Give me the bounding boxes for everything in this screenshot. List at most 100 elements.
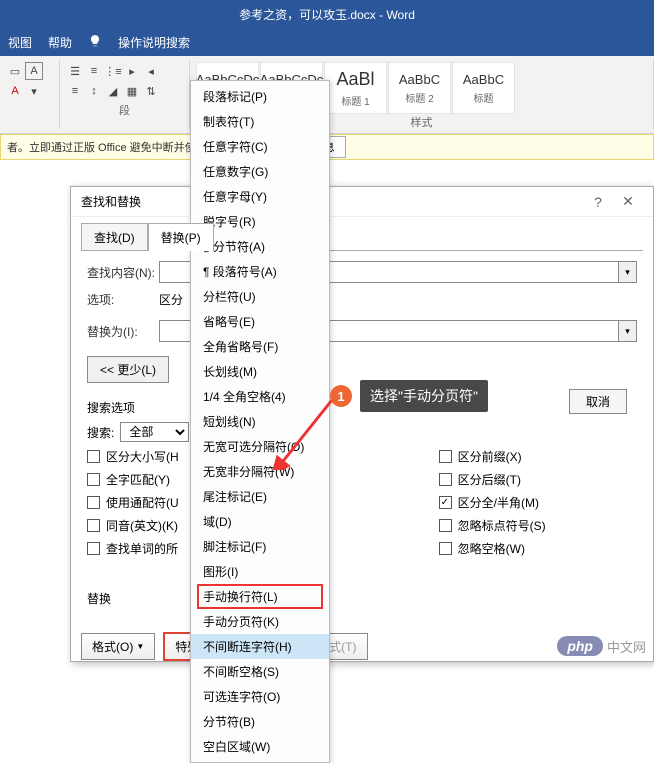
checkbox-icon[interactable] <box>439 473 452 486</box>
menu-item-9[interactable]: 省略号(E) <box>191 309 329 334</box>
menu-item-13[interactable]: 短划线(N) <box>191 409 329 434</box>
numbering-icon[interactable]: ≡ <box>85 62 103 80</box>
option-label: 查找单词的所 <box>106 540 178 557</box>
textbox-icon[interactable]: A <box>25 62 43 80</box>
menu-item-15[interactable]: 无宽非分隔符(W) <box>191 459 329 484</box>
multilevel-icon[interactable]: ⋮≡ <box>104 62 122 80</box>
annotation-text: 选择"手动分页符" <box>360 380 488 412</box>
ruler-icon[interactable]: ▭ <box>6 62 24 80</box>
checkbox-icon[interactable] <box>439 519 452 532</box>
find-label: 查找内容(N): <box>87 264 159 281</box>
align-icon[interactable]: ≡ <box>66 82 84 100</box>
option-row[interactable]: 区分大小写(H <box>87 448 179 465</box>
menu-item-20[interactable]: 手动换行符(L) <box>191 584 329 609</box>
option-row[interactable]: 区分后缀(T) <box>439 471 546 488</box>
replace-dropdown-icon[interactable]: ▾ <box>619 320 637 342</box>
checkbox-icon[interactable] <box>87 473 100 486</box>
options-value: 区分 <box>159 291 183 308</box>
menu-item-26[interactable]: 空白区域(W) <box>191 734 329 759</box>
option-label: 全字匹配(Y) <box>106 471 170 488</box>
checkbox-icon[interactable] <box>87 519 100 532</box>
more-icon[interactable]: ▾ <box>25 82 43 100</box>
sort-icon[interactable]: ⇅ <box>142 82 160 100</box>
less-button[interactable]: << 更少(L) <box>87 356 169 383</box>
menu-item-10[interactable]: 全角省略号(F) <box>191 334 329 359</box>
option-label: 忽略空格(W) <box>458 540 525 557</box>
menu-item-23[interactable]: 不间断空格(S) <box>191 659 329 684</box>
style-h2[interactable]: AaBbC标题 2 <box>388 62 451 114</box>
warning-text: 者。立即通过正版 Office 避免中断并使 <box>7 139 196 155</box>
menu-item-3[interactable]: 任意数字(G) <box>191 159 329 184</box>
checkbox-icon[interactable] <box>87 496 100 509</box>
menu-item-17[interactable]: 域(D) <box>191 509 329 534</box>
search-direction-select[interactable]: 全部 <box>120 422 189 442</box>
menu-item-16[interactable]: 尾注标记(E) <box>191 484 329 509</box>
spacing-icon[interactable]: ↕ <box>85 82 103 100</box>
tell-me[interactable]: 操作说明搜索 <box>118 34 190 51</box>
menu-view[interactable]: 视图 <box>8 34 32 51</box>
option-label: 使用通配符(U <box>106 494 179 511</box>
find-dropdown-icon[interactable]: ▾ <box>619 261 637 283</box>
format-button[interactable]: 格式(O)▼ <box>81 633 155 660</box>
option-label: 区分大小写(H <box>106 448 179 465</box>
checkbox-icon[interactable] <box>87 542 100 555</box>
tab-find[interactable]: 查找(D) <box>81 223 148 251</box>
option-row[interactable]: 区分全/半角(M) <box>439 494 546 511</box>
menu-help[interactable]: 帮助 <box>48 34 72 51</box>
annotation: 1 选择"手动分页符" <box>330 380 488 412</box>
replace-section-title: 替换 <box>87 590 637 607</box>
annotation-number: 1 <box>330 385 352 407</box>
option-row[interactable]: 忽略空格(W) <box>439 540 546 557</box>
tab-replace[interactable]: 替换(P) <box>148 223 214 251</box>
checkbox-icon[interactable] <box>439 542 452 555</box>
dialog-help-button[interactable]: ? <box>583 194 613 210</box>
special-format-menu[interactable]: 段落标记(P)制表符(T)任意字符(C)任意数字(G)任意字母(Y)脱字号(R)… <box>190 80 330 763</box>
style-h1[interactable]: AaBl标题 1 <box>324 62 387 114</box>
menu-item-0[interactable]: 段落标记(P) <box>191 84 329 109</box>
option-label: 区分前缀(X) <box>458 448 522 465</box>
para-group-label: 段 <box>66 102 183 118</box>
menu-item-11[interactable]: 长划线(M) <box>191 359 329 384</box>
replace-label: 替换为(I): <box>87 323 159 340</box>
checkbox-icon[interactable] <box>439 450 452 463</box>
menu-item-21[interactable]: 手动分页符(K) <box>191 609 329 634</box>
menu-item-14[interactable]: 无宽可选分隔符(O) <box>191 434 329 459</box>
option-label: 区分全/半角(M) <box>458 494 539 511</box>
checkbox-icon[interactable] <box>87 450 100 463</box>
search-direction-label: 搜索: <box>87 424 114 441</box>
checkbox-icon[interactable] <box>439 496 452 509</box>
menu-item-8[interactable]: 分栏符(U) <box>191 284 329 309</box>
cancel-button[interactable]: 取消 <box>569 389 627 414</box>
option-row[interactable]: 忽略标点符号(S) <box>439 517 546 534</box>
option-row[interactable]: 使用通配符(U <box>87 494 179 511</box>
menu-item-22[interactable]: 不间断连字符(H) <box>191 634 329 659</box>
menu-item-4[interactable]: 任意字母(Y) <box>191 184 329 209</box>
menu-item-19[interactable]: 图形(I) <box>191 559 329 584</box>
option-row[interactable]: 全字匹配(Y) <box>87 471 179 488</box>
option-label: 区分后缀(T) <box>458 471 521 488</box>
indent-right-icon[interactable]: ◂ <box>142 62 160 80</box>
menu-item-12[interactable]: 1/4 全角空格(4) <box>191 384 329 409</box>
dialog-title: 查找和替换 <box>81 193 141 210</box>
font-color-icon[interactable]: A <box>6 82 24 100</box>
menu-item-1[interactable]: 制表符(T) <box>191 109 329 134</box>
options-label: 选项: <box>87 291 159 308</box>
menu-item-7[interactable]: ¶ 段落符号(A) <box>191 259 329 284</box>
indent-left-icon[interactable]: ▸ <box>123 62 141 80</box>
option-row[interactable]: 同音(英文)(K) <box>87 517 179 534</box>
dialog-close-button[interactable]: ✕ <box>613 193 643 210</box>
menu-item-2[interactable]: 任意字符(C) <box>191 134 329 159</box>
document-title: 参考之资，可以攻玉.docx - Word <box>239 6 415 23</box>
bulb-icon <box>88 34 102 51</box>
menu-item-24[interactable]: 可选连字符(O) <box>191 684 329 709</box>
style-title[interactable]: AaBbC标题 <box>452 62 515 114</box>
option-row[interactable]: 查找单词的所 <box>87 540 179 557</box>
shading-icon[interactable]: ◢ <box>104 82 122 100</box>
border-icon[interactable]: ▦ <box>123 82 141 100</box>
bullets-icon[interactable]: ☰ <box>66 62 84 80</box>
php-pill: php <box>557 636 603 656</box>
menu-item-18[interactable]: 脚注标记(F) <box>191 534 329 559</box>
option-label: 忽略标点符号(S) <box>458 517 546 534</box>
option-row[interactable]: 区分前缀(X) <box>439 448 546 465</box>
menu-item-25[interactable]: 分节符(B) <box>191 709 329 734</box>
